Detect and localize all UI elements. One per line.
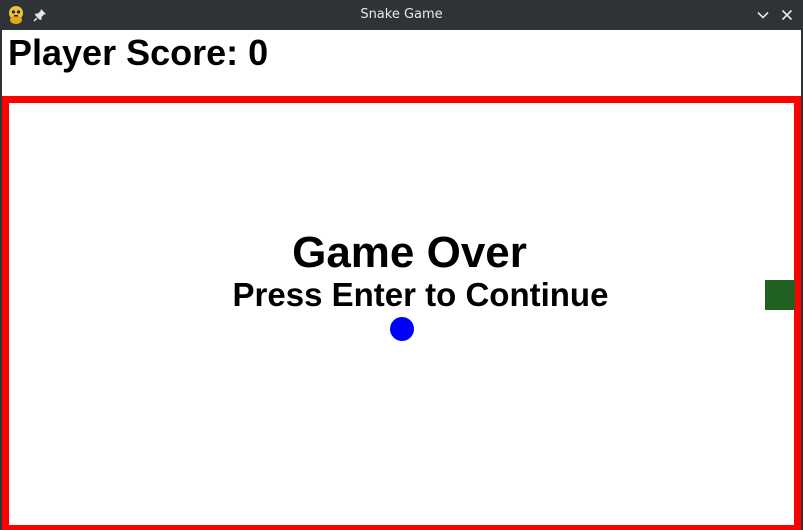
snake-segment	[765, 280, 795, 310]
player-score: Player Score: 0	[8, 32, 269, 73]
game-window: Snake Game Player Score: 0 Game Over Pre…	[0, 0, 803, 530]
game-over-text: Game Over	[292, 228, 527, 277]
chevron-down-icon[interactable]	[756, 8, 770, 22]
close-icon[interactable]	[780, 8, 794, 22]
continue-prompt: Press Enter to Continue	[232, 276, 609, 313]
food-pellet	[390, 317, 414, 341]
window-title: Snake Game	[360, 7, 443, 22]
game-canvas[interactable]: Player Score: 0 Game Over Press Enter to…	[2, 30, 801, 530]
title-bar: Snake Game	[0, 0, 803, 30]
